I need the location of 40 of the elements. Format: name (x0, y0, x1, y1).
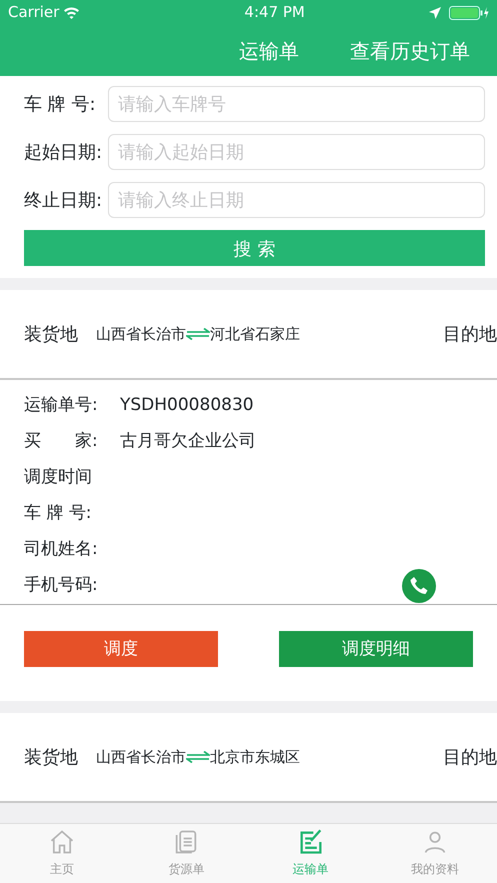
destination-label: 目的地 (443, 322, 497, 346)
two-way-arrow-icon (186, 751, 210, 763)
field-label: 起始日期: (24, 140, 104, 164)
route-destination: 河北省石家庄 (210, 324, 300, 345)
origin-label: 装货地 (24, 746, 78, 770)
field-label: 终止日期: (24, 188, 104, 212)
wifi-icon (63, 6, 80, 19)
text-input-field[interactable]: 请输入起始日期 (108, 134, 485, 170)
detail-label: 调度时间 (24, 466, 93, 490)
battery-icon (448, 6, 489, 20)
detail-value: YSDH00080830 (120, 394, 254, 418)
history-orders-link[interactable]: 查看历史订单 (349, 34, 471, 66)
search-button[interactable]: 搜 索 (24, 230, 485, 266)
call-phone-button[interactable] (402, 569, 436, 603)
screen-title: 运输单 (238, 38, 300, 64)
detail-label: 运输单号: (24, 394, 99, 418)
detail-label: 买 家: (24, 430, 99, 454)
detail-label: 手机号码: (24, 574, 99, 598)
detail-label: 司机姓名: (24, 538, 99, 562)
origin-label: 装货地 (24, 322, 78, 346)
status-time: 4:47 PM (244, 2, 305, 24)
field-label: 车 牌 号: (24, 92, 97, 116)
text-input-field[interactable]: 请输入车牌号 (108, 86, 485, 122)
destination-label: 目的地 (443, 746, 497, 770)
route-origin: 山西省长治市 (96, 324, 186, 345)
detail-value: 古月哥欠企业公司 (120, 430, 256, 454)
route-origin: 山西省长治市 (96, 746, 186, 768)
tab-bar-item[interactable]: 货源单 (124, 824, 248, 883)
detail-label: 车 牌 号: (24, 502, 93, 526)
tab-bar-item[interactable]: 我的资料 (372, 824, 497, 883)
two-way-arrow-icon (186, 328, 210, 340)
phone-handset-icon (409, 576, 429, 596)
route-destination: 北京市东城区 (210, 746, 300, 768)
text-input-field[interactable]: 请输入终止日期 (108, 182, 485, 218)
action-button[interactable]: 调度 (24, 631, 218, 667)
tab-bar-item[interactable]: 运输单 (248, 824, 373, 883)
location-arrow-icon (428, 6, 441, 18)
tab-bar-item[interactable]: 主页 (0, 824, 124, 883)
action-button[interactable]: 调度明细 (279, 631, 473, 667)
carrier-name: Carrier (8, 2, 60, 24)
